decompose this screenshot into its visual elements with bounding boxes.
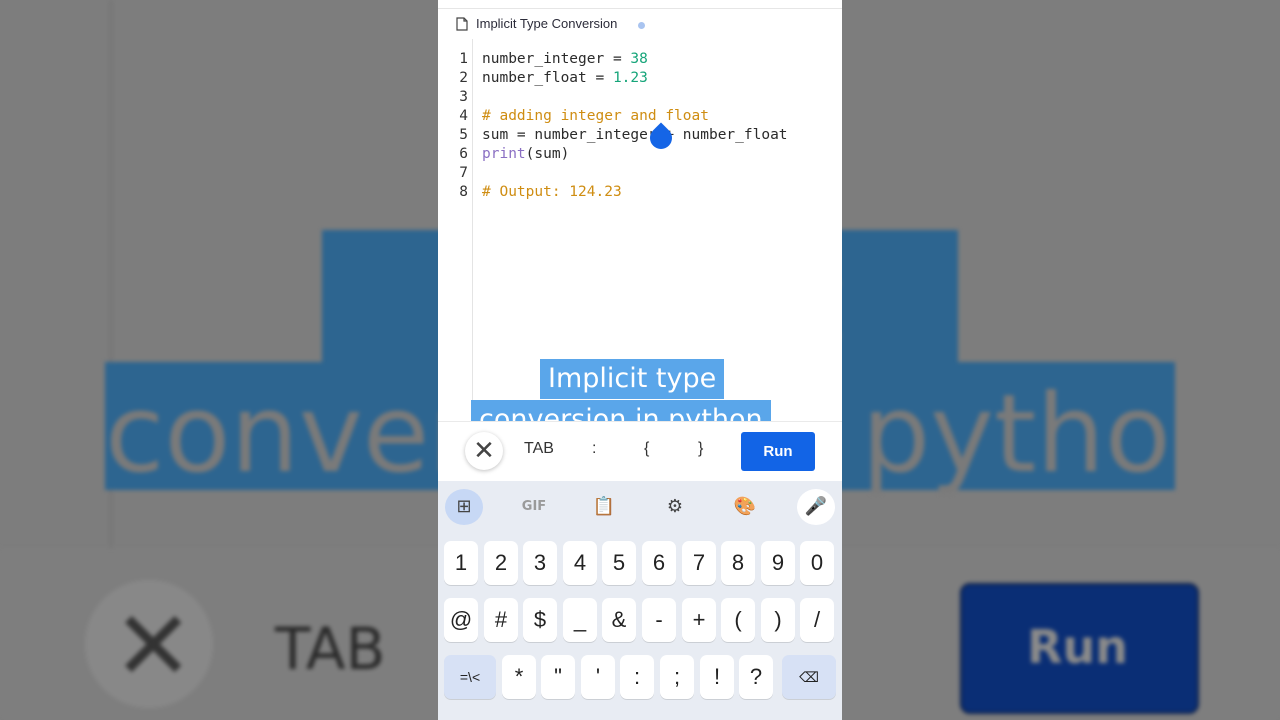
code-token: # Output: 124.23: [482, 184, 622, 200]
key-row2-9[interactable]: /: [800, 598, 834, 642]
key-row2-8[interactable]: ): [761, 598, 795, 642]
key-row3-1[interactable]: *: [502, 655, 536, 699]
key-row1-1[interactable]: 2: [484, 541, 518, 585]
line-number: 2: [459, 70, 468, 86]
line-number: 7: [459, 165, 468, 181]
bg-tab-label: TAB: [275, 615, 386, 683]
code-token: number_integer =: [482, 51, 631, 67]
key-row2-0[interactable]: @: [444, 598, 478, 642]
close-keyboard-button[interactable]: ✕: [465, 432, 503, 470]
open-brace-key[interactable]: {: [644, 440, 649, 458]
key-row3-5[interactable]: ;: [660, 655, 694, 699]
apps-grid-icon[interactable]: ⊞: [445, 489, 483, 525]
key-row1-2[interactable]: 3: [523, 541, 557, 585]
key-row2-5[interactable]: -: [642, 598, 676, 642]
line-number: 5: [459, 127, 468, 143]
keyboard-toolbar: ⊞ GIF 📋 ⚙ 🎨 🎤: [438, 481, 842, 531]
key-row1-0[interactable]: 1: [444, 541, 478, 585]
editor-toolbar: ✕ TAB : { } Run: [438, 421, 842, 482]
code-token: sum = number_integer + number_float: [482, 127, 788, 143]
run-button[interactable]: Run: [741, 432, 815, 471]
phone-screen: Implicit Type Conversion 12345678 number…: [438, 0, 842, 720]
code-token: print: [482, 146, 526, 162]
line-number-gutter: 1 2 3 4 5 6 7 8: [438, 39, 473, 421]
code-token: # adding integer and float: [482, 108, 709, 124]
code-line[interactable]: # adding integer and float: [482, 108, 709, 124]
key-row2-7[interactable]: (: [721, 598, 755, 642]
code-line[interactable]: # Output: 124.23: [482, 184, 622, 200]
code-line[interactable]: number_integer = 38: [482, 51, 648, 67]
code-token: 38: [630, 51, 648, 67]
code-line[interactable]: number_float = 1.23: [482, 70, 648, 86]
line-number: 1: [459, 51, 468, 67]
key-row1-5[interactable]: 6: [642, 541, 676, 585]
key-row3-4[interactable]: :: [620, 655, 654, 699]
line-number: 8: [459, 184, 468, 200]
key-row3-3[interactable]: ': [581, 655, 615, 699]
key-row1-4[interactable]: 5: [602, 541, 636, 585]
bg-run-label: Run: [1027, 620, 1128, 674]
gif-icon[interactable]: GIF: [515, 489, 553, 525]
symbols-page-key[interactable]: =\<: [444, 655, 496, 699]
clipboard-icon[interactable]: 📋: [585, 489, 623, 525]
key-row1-3[interactable]: 4: [563, 541, 597, 585]
key-row1-9[interactable]: 0: [800, 541, 834, 585]
key-row2-2[interactable]: $: [523, 598, 557, 642]
code-line[interactable]: sum = number_integer + number_float: [482, 127, 788, 143]
key-row2-4[interactable]: &: [602, 598, 636, 642]
palette-icon[interactable]: 🎨: [726, 489, 764, 525]
key-row3-2[interactable]: ": [541, 655, 575, 699]
close-brace-key[interactable]: }: [698, 440, 703, 458]
key-row1-8[interactable]: 9: [761, 541, 795, 585]
line-number: 6: [459, 146, 468, 162]
gear-icon[interactable]: ⚙: [656, 489, 694, 525]
line-number: 3: [459, 89, 468, 105]
line-number: 4: [459, 108, 468, 124]
code-token: 1.23: [612, 70, 648, 86]
bg-close-icon: ✕: [113, 590, 194, 702]
microphone-icon[interactable]: 🎤: [797, 489, 835, 525]
key-row3-7[interactable]: ?: [739, 655, 773, 699]
file-icon: [456, 17, 468, 31]
code-line[interactable]: print(sum): [482, 146, 569, 162]
key-row1-6[interactable]: 7: [682, 541, 716, 585]
key-row2-3[interactable]: _: [563, 598, 597, 642]
video-caption-line-1: Implicit type: [540, 359, 725, 399]
key-row2-1[interactable]: #: [484, 598, 518, 642]
close-icon: ✕: [473, 436, 495, 466]
backspace-key[interactable]: ⌫: [782, 655, 836, 699]
unsaved-dot-icon: [638, 22, 645, 29]
key-row2-6[interactable]: +: [682, 598, 716, 642]
file-tab-bar: Implicit Type Conversion: [438, 8, 842, 40]
key-row1-7[interactable]: 8: [721, 541, 755, 585]
on-screen-keyboard: ⊞ GIF 📋 ⚙ 🎨 🎤 1 2 3 4 5 6 7 8 9 0 @ # $ _ & - +() / =\< * " ':;!? ⌫: [438, 481, 842, 720]
colon-key[interactable]: :: [592, 440, 596, 458]
tab-key[interactable]: TAB: [524, 440, 554, 458]
code-token: (sum): [525, 146, 570, 162]
code-editor[interactable]: 1 2 3 4 5 6 7 8 number_integer = 38 number_float…: [438, 39, 842, 440]
code-token: number_float =: [482, 70, 613, 86]
key-row3-6[interactable]: !: [700, 655, 734, 699]
file-tab-title[interactable]: Implicit Type Conversion: [476, 16, 617, 31]
